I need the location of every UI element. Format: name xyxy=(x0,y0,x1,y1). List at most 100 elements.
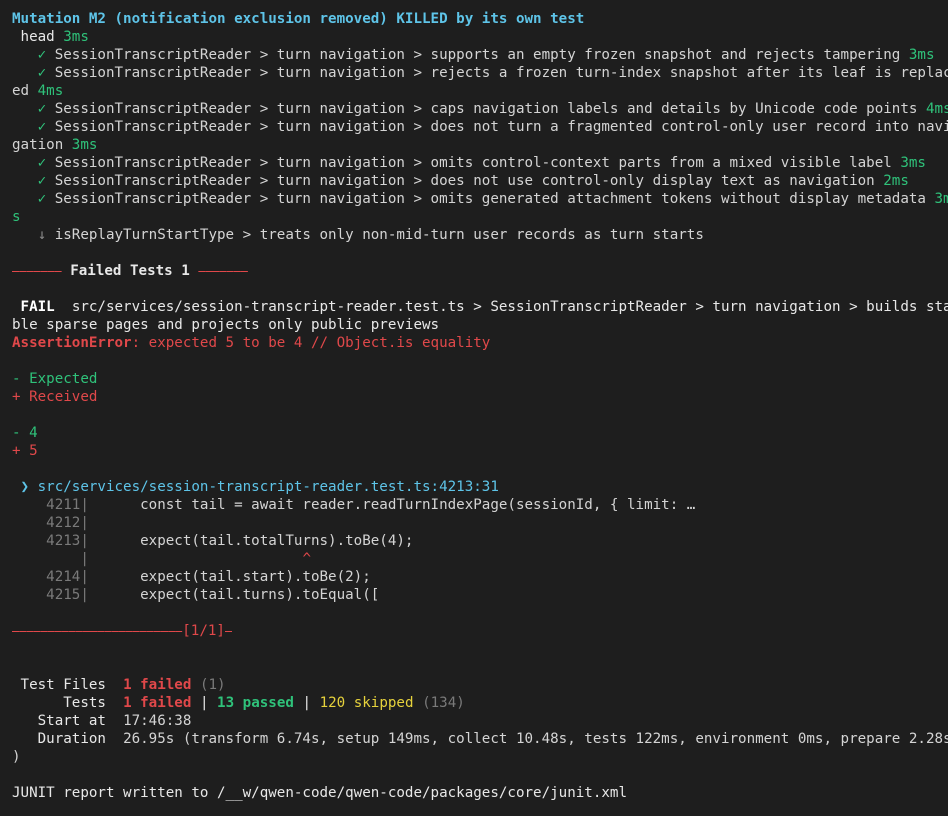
code-line: 4211| const tail = await reader.readTurn… xyxy=(12,496,948,514)
line-number: 4212 xyxy=(46,515,81,531)
check-icon: ✓ xyxy=(37,101,47,117)
skipped-test-name: isReplayTurnStartType > treats only non-… xyxy=(54,227,704,243)
check-icon: ✓ xyxy=(37,119,47,135)
diff-expected-value: - 4 xyxy=(12,425,38,441)
diff-received-value: + 5 xyxy=(12,443,38,459)
test-duration: 4ms xyxy=(37,83,64,99)
summary-start-label: Start at xyxy=(12,713,106,729)
summary-start: Start at 17:46:38 xyxy=(12,712,948,730)
source-location: src/services/session-transcript-reader.t… xyxy=(37,479,499,495)
test-duration: 3ms xyxy=(908,47,935,63)
check-icon: ✓ xyxy=(37,191,47,207)
footer-rule: ⎯⎯⎯⎯⎯⎯⎯⎯⎯⎯⎯⎯⎯⎯⎯⎯⎯⎯⎯⎯⎯⎯⎯⎯[1/1]⎯ xyxy=(12,622,948,640)
terminal-output: Mutation M2 (notification exclusion remo… xyxy=(0,0,948,816)
test-skip-row: ↓ isReplayTurnStartType > treats only no… xyxy=(12,226,948,244)
line-number: 4211 xyxy=(46,497,81,513)
test-pass-row: ✓ SessionTranscriptReader > turn navigat… xyxy=(12,118,948,136)
code-text: expect(tail.turns).toEqual([ xyxy=(88,587,380,603)
assertion-error-line: AssertionError: expected 5 to be 4 // Ob… xyxy=(12,334,948,352)
gutter-pipe: | xyxy=(80,497,89,513)
test-pass-row: ✓ SessionTranscriptReader > turn navigat… xyxy=(12,100,948,118)
test-duration: 3m xyxy=(934,191,948,207)
suite-head-time: 3ms xyxy=(63,29,89,45)
test-duration: 3ms xyxy=(71,137,98,153)
fail-test-path: src/services/session-transcript-reader.t… xyxy=(71,299,948,315)
summary-start-value: 17:46:38 xyxy=(123,713,192,729)
assertion-error-name: AssertionError xyxy=(12,335,132,351)
test-name-wrap: ed xyxy=(12,83,30,99)
summary-duration: Duration 26.95s (transform 6.74s, setup … xyxy=(12,730,948,748)
gutter-pipe: | xyxy=(80,587,89,603)
fail-line: FAIL src/services/session-transcript-rea… xyxy=(12,298,948,316)
code-text: const tail = await reader.readTurnIndexP… xyxy=(88,497,696,513)
code-line: 4214| expect(tail.start).toBe(2); xyxy=(12,568,948,586)
gutter-pipe: | xyxy=(80,533,89,549)
source-location-line: ❯ src/services/session-transcript-reader… xyxy=(12,478,948,496)
summary-duration-value: 26.95s (transform 6.74s, setup 149ms, co… xyxy=(123,731,948,747)
diff-received-label: + Received xyxy=(12,389,98,405)
suite-head-line: head 3ms xyxy=(12,28,948,46)
test-duration: 3ms xyxy=(900,155,926,171)
test-pass-row: ✓ SessionTranscriptReader > turn navigat… xyxy=(12,172,948,190)
rule-right: ⎯⎯⎯⎯⎯⎯⎯ xyxy=(198,263,249,279)
summary-tests-skipped: 120 skipped xyxy=(319,695,414,711)
assertion-error-message: : expected 5 to be 4 // Object.is equali… xyxy=(131,335,491,351)
code-text: expect(tail.totalTurns).toBe(4); xyxy=(88,533,414,549)
failed-tests-label: Failed Tests 1 xyxy=(70,263,190,279)
code-line: 4213| expect(tail.totalTurns).toBe(4); xyxy=(12,532,948,550)
summary-separator: | xyxy=(199,695,209,711)
test-pass-row: ✓ SessionTranscriptReader > turn navigat… xyxy=(12,46,948,64)
line-number: 4215 xyxy=(46,587,81,603)
footer-rule-tail: ⎯ xyxy=(224,623,233,639)
summary-tests-failed: 1 failed xyxy=(123,695,192,711)
test-name: SessionTranscriptReader > turn navigatio… xyxy=(54,191,926,207)
test-duration: 4ms xyxy=(925,101,948,117)
footer-rule-line: ⎯⎯⎯⎯⎯⎯⎯⎯⎯⎯⎯⎯⎯⎯⎯⎯⎯⎯⎯⎯⎯⎯⎯⎯ xyxy=(12,623,183,639)
test-pass-row-wrap: gation 3ms xyxy=(12,136,948,154)
test-name: SessionTranscriptReader > turn navigatio… xyxy=(54,47,901,63)
failed-tests-header: ⎯⎯⎯⎯⎯⎯⎯ Failed Tests 1 ⎯⎯⎯⎯⎯⎯⎯ xyxy=(12,262,948,280)
diff-expected-label: - Expected xyxy=(12,371,98,387)
test-pass-row-wrap: ed 4ms xyxy=(12,82,948,100)
summary-files-label: Test Files xyxy=(12,677,106,693)
check-icon: ✓ xyxy=(37,47,47,63)
summary-files-failed: 1 failed xyxy=(123,677,192,693)
code-line: 4215| expect(tail.turns).toEqual([ xyxy=(12,586,948,604)
summary-tests-label: Tests xyxy=(12,695,106,711)
summary-tests-passed: 13 passed xyxy=(217,695,294,711)
failure-counter: [1/1] xyxy=(182,623,225,639)
test-duration-wrap: s xyxy=(12,209,21,225)
check-icon: ✓ xyxy=(37,155,47,171)
check-icon: ✓ xyxy=(37,65,47,81)
gutter-pipe: | xyxy=(80,515,89,531)
line-number: 4214 xyxy=(46,569,81,585)
test-duration: 2ms xyxy=(883,173,909,189)
rule-left: ⎯⎯⎯⎯⎯⎯⎯ xyxy=(12,263,62,279)
gutter-pipe: | xyxy=(80,569,89,585)
skip-arrow-icon: ↓ xyxy=(37,227,47,243)
test-pass-row: ✓ SessionTranscriptReader > turn navigat… xyxy=(12,64,948,82)
code-text: expect(tail.start).toBe(2); xyxy=(88,569,371,585)
test-name: SessionTranscriptReader > turn navigatio… xyxy=(54,101,918,117)
summary-duration-wrap: ) xyxy=(12,749,21,765)
summary-separator: | xyxy=(302,695,312,711)
summary-tests: Tests 1 failed | 13 passed | 120 skipped… xyxy=(12,694,948,712)
summary-tests-total: (134) xyxy=(422,695,465,711)
line-number: 4213 xyxy=(46,533,81,549)
test-name: SessionTranscriptReader > turn navigatio… xyxy=(54,155,892,171)
summary-duration-label: Duration xyxy=(12,731,106,747)
chevron-right-icon: ❯ xyxy=(20,479,30,495)
junit-report-line: JUNIT report written to /__w/qwen-code/q… xyxy=(12,785,627,801)
caret-line: | ^ xyxy=(12,550,948,568)
test-pass-row: ✓ SessionTranscriptReader > turn navigat… xyxy=(12,190,948,208)
test-pass-row-wrap: s xyxy=(12,208,948,226)
